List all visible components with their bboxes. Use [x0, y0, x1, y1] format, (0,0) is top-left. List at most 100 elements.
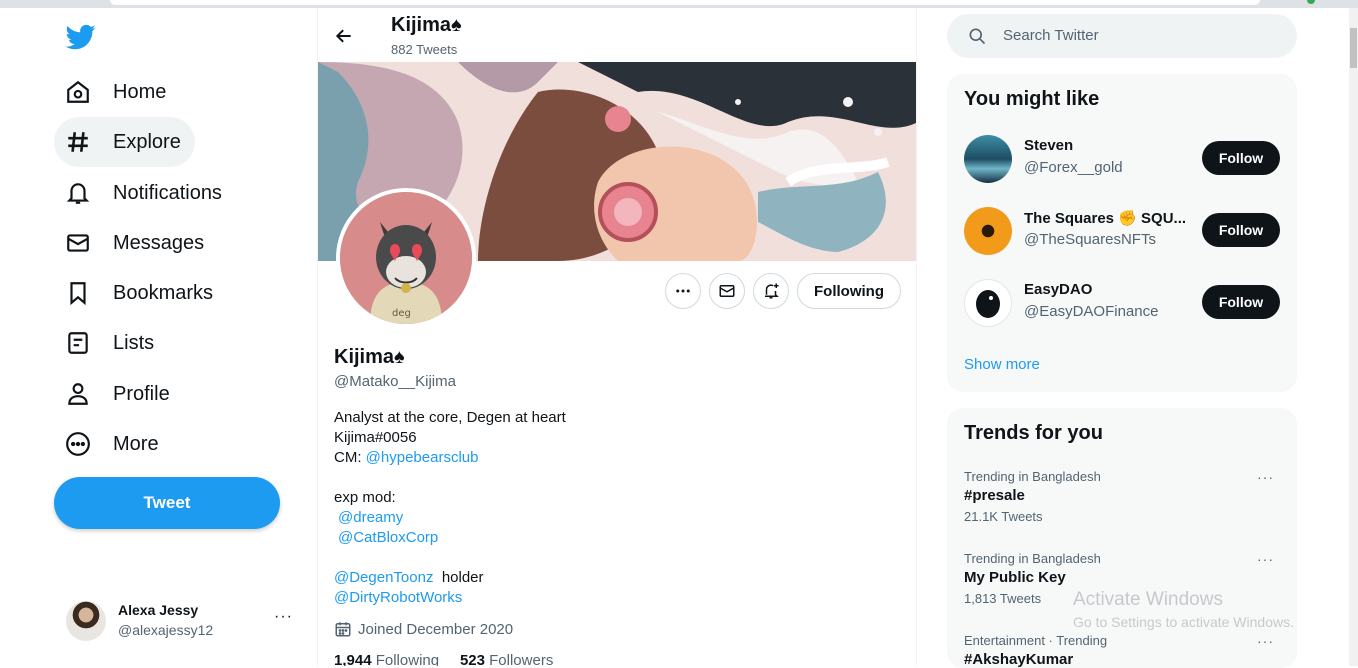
nav-home[interactable]: Home [54, 67, 180, 117]
bio-line: @DegenToonz holder [334, 568, 566, 588]
nav-bookmarks[interactable]: Bookmarks [54, 268, 227, 318]
joined-date: Joined December 2020 [334, 620, 513, 638]
followers-count: 523 [459, 652, 485, 666]
following-count-link[interactable]: 1,944 Following [334, 652, 439, 666]
trend-context: Trending in Bangladesh [964, 551, 1101, 566]
bio-link-degentoonz[interactable]: @DegenToonz [334, 569, 433, 586]
back-arrow-icon[interactable] [334, 26, 354, 46]
trends-title: Trends for you [964, 422, 1103, 444]
follow-button[interactable]: Follow [1202, 285, 1280, 319]
trend-item[interactable]: Trending in Bangladesh #presale 21.1K Tw… [964, 469, 1284, 524]
profile-handle: @Matako__Kijima [334, 373, 456, 390]
nav-profile[interactable]: Profile [54, 369, 184, 419]
more-options-button[interactable] [665, 273, 701, 309]
bio-link-catbloxcorp[interactable]: @CatBloxCorp [338, 529, 438, 546]
trend-more-icon[interactable]: ··· [1257, 469, 1274, 485]
profile-name: Kijima♠ [334, 346, 405, 368]
nav-lists[interactable]: Lists [54, 318, 168, 368]
twitter-logo-icon[interactable] [64, 22, 98, 52]
trend-topic: #presale [964, 487, 1025, 504]
bio-line: Analyst at the core, Degen at heart [334, 409, 566, 426]
joined-text: Joined December 2020 [358, 620, 514, 638]
who-to-follow-title: You might like [964, 88, 1100, 110]
suggestion-item[interactable]: EasyDAO @EasyDAOFinance Follow [947, 267, 1297, 339]
trend-context: Trending in Bangladesh [964, 469, 1101, 484]
following-word: Following [375, 652, 440, 666]
header-tweet-count: 882 Tweets [391, 42, 458, 57]
suggestion-name: EasyDAO [1024, 281, 1093, 298]
following-count: 1,944 [334, 652, 372, 666]
bio-spacer [334, 548, 566, 568]
nav-explore-label: Explore [113, 130, 181, 153]
show-more-link[interactable]: Show more [964, 356, 1040, 373]
nav-messages-label: Messages [113, 231, 205, 254]
suggestion-handle: @Forex__gold [1024, 159, 1123, 176]
nav-home-label: Home [113, 80, 167, 103]
follow-stats: 1,944 Following 523 Followers [334, 652, 553, 666]
nav-explore[interactable]: Explore [54, 117, 195, 167]
suggestion-item[interactable]: Steven @Forex__gold Follow [947, 123, 1297, 195]
address-bar-edge [110, 0, 1260, 5]
bio-text: CM: [334, 449, 366, 466]
profile-avatar[interactable]: deg [336, 188, 476, 328]
bio-link-dreamy[interactable]: @dreamy [338, 509, 403, 526]
nav-more-label: More [113, 432, 159, 455]
envelope-icon [64, 229, 92, 257]
trend-count: 21.1K Tweets [964, 509, 1043, 524]
follow-button[interactable]: Follow [1202, 141, 1280, 175]
scrollbar-thumb[interactable] [1350, 28, 1357, 68]
account-name: Alexa Jessy [118, 602, 199, 618]
followers-count-link[interactable]: 523 Followers [460, 652, 553, 666]
profile-bio: Analyst at the core, Degen at heart Kiji… [334, 408, 566, 608]
bell-icon [64, 179, 92, 207]
nav-notifications-label: Notifications [113, 181, 222, 204]
account-more-icon[interactable]: ··· [274, 608, 293, 626]
suggestion-item[interactable]: The Squares ✊ SQU... @TheSquaresNFTs Fol… [947, 195, 1297, 267]
suggestion-avatar [964, 207, 1012, 255]
trend-topic: #AkshayKumar [964, 651, 1074, 668]
header-profile-name: Kijima♠ [391, 14, 462, 36]
nav-more[interactable]: More [54, 419, 173, 469]
following-button[interactable]: Following [797, 273, 901, 309]
trend-more-icon[interactable]: ··· [1257, 633, 1274, 649]
left-sidebar: Home Explore Notifications Messages Book… [0, 8, 317, 666]
bio-link-dirtyrobotworks[interactable]: @DirtyRobotWorks [334, 589, 462, 606]
bio-line: Kijima#0056 [334, 429, 417, 446]
nav-lists-label: Lists [113, 331, 155, 354]
message-button[interactable] [709, 273, 745, 309]
bio-spacer [334, 468, 566, 488]
follow-button[interactable]: Follow [1202, 213, 1280, 247]
bell-plus-icon [765, 283, 779, 299]
suggestion-avatar [964, 135, 1012, 183]
nav-messages[interactable]: Messages [54, 218, 218, 268]
extension-indicator [1307, 0, 1315, 4]
nav-notifications[interactable]: Notifications [54, 168, 236, 218]
home-icon [64, 78, 92, 106]
page-scrollbar[interactable] [1349, 8, 1358, 666]
suggestion-name: Steven [1024, 137, 1074, 154]
windows-activation-watermark: Activate Windows Go to Settings to activ… [1073, 589, 1294, 630]
notify-button[interactable] [753, 273, 789, 309]
tweet-button[interactable]: Tweet [54, 477, 280, 529]
trend-item[interactable]: Entertainment · Trending #AkshayKumar ··… [964, 633, 1284, 668]
list-icon [64, 329, 92, 357]
bio-link-hypebearsclub[interactable]: @hypebearsclub [366, 449, 479, 466]
trend-more-icon[interactable]: ··· [1257, 551, 1274, 567]
more-dots-icon [676, 289, 690, 293]
search-box[interactable]: Search Twitter [947, 14, 1297, 58]
envelope-icon [719, 285, 735, 297]
search-icon [967, 26, 987, 51]
who-to-follow-card: You might like Steven @Forex__gold Follo… [947, 74, 1297, 392]
account-avatar [66, 601, 106, 641]
account-handle: @alexajessy12 [118, 622, 214, 638]
person-icon [64, 380, 92, 408]
followers-word: Followers [489, 652, 554, 666]
search-input[interactable]: Search Twitter [1003, 27, 1099, 44]
suggestion-avatar [964, 279, 1012, 327]
bio-text: holder [441, 569, 484, 586]
calendar-icon [335, 622, 351, 637]
bio-line: CM: @hypebearsclub [334, 448, 566, 468]
browser-top-strip [0, 0, 1358, 8]
account-switcher[interactable]: Alexa Jessy @alexajessy12 ··· [62, 598, 302, 644]
nav-bookmarks-label: Bookmarks [113, 281, 214, 304]
